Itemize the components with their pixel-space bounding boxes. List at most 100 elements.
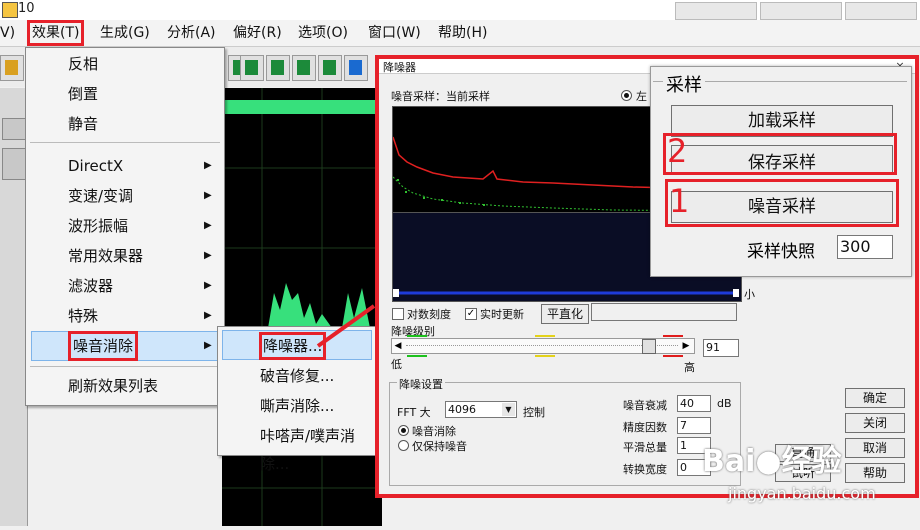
window-button[interactable] <box>845 2 917 20</box>
fft-size-select[interactable]: 4096 ▼ <box>445 401 517 418</box>
menu-item-reverse[interactable]: 倒置 <box>26 80 224 108</box>
toolbar-button[interactable] <box>266 55 290 81</box>
ok-button[interactable]: 确定 <box>845 388 905 408</box>
control-label: 控制 <box>523 406 545 419</box>
menu-item-directx[interactable]: DirectX ▶ <box>26 152 224 180</box>
watermark-url: jingyan.baidu.com <box>728 484 876 503</box>
toolbar-button[interactable] <box>344 55 368 81</box>
cancel-button[interactable]: 取消 <box>845 438 905 458</box>
menu-item-tempo-pitch[interactable]: 变速/变调 ▶ <box>26 182 224 210</box>
channel-left-label: 左 <box>636 90 647 103</box>
watermark-logo: Bai●经验 <box>702 436 842 480</box>
watermark-brand2: 经验 <box>781 444 842 479</box>
menu-item-filters[interactable]: 滤波器 ▶ <box>26 272 224 300</box>
reduce-by-label: 噪音衰减 <box>623 399 667 412</box>
chevron-down-icon[interactable]: ▼ <box>502 403 515 416</box>
waveform-overview <box>222 100 382 114</box>
sample-group-title: 采样 <box>663 71 705 97</box>
chevron-right-icon: ▶ <box>204 310 212 321</box>
slider-right-arrow[interactable]: ▶ <box>680 339 692 353</box>
menu-bar: V) 效果(T) 生成(G) 分析(A) 偏好(R) 选项(O) 窗口(W) 帮… <box>0 20 920 47</box>
chevron-right-icon: ▶ <box>204 190 212 201</box>
high-marker <box>663 355 683 357</box>
menu-item-invert[interactable]: 反相 <box>26 50 224 78</box>
keep-noise-radio[interactable] <box>398 440 409 451</box>
menu-preferences[interactable]: 偏好(R) <box>233 23 282 43</box>
sample-panel: 采样 加载采样 保存采样 2 噪音采样 1 采样快照 300 <box>650 66 912 277</box>
step-1-highlight <box>665 179 899 227</box>
window-button[interactable] <box>675 2 757 20</box>
menu-options[interactable]: 选项(O) <box>298 23 348 43</box>
file-panel <box>0 88 28 526</box>
menu-item-hiss-reduction[interactable]: 嘶声消除... <box>218 392 376 420</box>
menu-item-special[interactable]: 特殊 ▶ <box>26 302 224 330</box>
app-icon <box>2 2 18 18</box>
menu-item-refresh-effects[interactable]: 刷新效果列表 <box>26 372 224 400</box>
menu-item-click-pop-eliminator[interactable]: 咔嗒声/噗声消除... <box>218 422 376 473</box>
low-marker <box>407 335 427 337</box>
help-button[interactable]: 帮助 <box>845 463 905 483</box>
step-2-highlight <box>663 133 897 175</box>
menu-item-amplitude[interactable]: 波形振幅 ▶ <box>26 212 224 240</box>
reduce-by-field[interactable]: 40 <box>677 395 711 412</box>
slider-track <box>406 345 678 348</box>
menu-help[interactable]: 帮助(H) <box>438 23 487 43</box>
chevron-right-icon: ▶ <box>204 220 212 231</box>
info-field <box>591 303 737 321</box>
snapshot-field[interactable]: 300 <box>837 235 893 259</box>
chevron-right-icon: ▶ <box>204 340 212 351</box>
mid-marker <box>535 355 555 357</box>
menu-item-noise-reduction[interactable]: 噪音消除 ▶ <box>31 331 219 361</box>
menu-item-clip-restoration[interactable]: 破音修复... <box>218 362 376 390</box>
fft-size-label: FFT 大 <box>397 406 431 419</box>
slider-thumb[interactable] <box>642 339 656 354</box>
noise-level-slider[interactable]: ◀ ▶ <box>391 338 695 354</box>
menu-generate[interactable]: 生成(G) <box>100 23 150 43</box>
remove-noise-radio[interactable] <box>398 425 409 436</box>
flatten-button[interactable]: 平直化 <box>541 304 589 324</box>
realtime-checkbox[interactable]: ✓ <box>465 308 477 320</box>
paw-icon: ● <box>755 444 782 479</box>
toolbar-button[interactable] <box>0 55 24 81</box>
reduce-unit: dB <box>717 397 732 410</box>
small-label: 小 <box>744 288 755 301</box>
slider-left-arrow[interactable]: ◀ <box>392 339 404 353</box>
menu-view[interactable]: V) <box>0 23 15 43</box>
menu-analyze[interactable]: 分析(A) <box>167 23 216 43</box>
noise-sample-label: 噪音采样：当前采样 <box>391 90 490 103</box>
precision-field[interactable]: 7 <box>677 417 711 434</box>
transition-label: 转换宽度 <box>623 463 667 476</box>
app-title: 10 <box>18 1 35 16</box>
remove-noise-label: 噪音消除 <box>412 425 456 438</box>
smoothing-label: 平滑总量 <box>623 441 667 454</box>
snapshot-label: 采样快照 <box>747 242 815 262</box>
step-2-number: 2 <box>667 132 688 170</box>
menu-window[interactable]: 窗口(W) <box>368 23 421 43</box>
menu-item-noise-reducer[interactable]: 降噪器... <box>222 330 372 360</box>
high-marker <box>663 335 683 337</box>
toolbar-button[interactable] <box>292 55 316 81</box>
effects-menu: 反相 倒置 静音 DirectX ▶ 变速/变调 ▶ 波形振幅 ▶ 常用效果器 ▶ 滤波… <box>25 47 225 406</box>
toolbar-button[interactable] <box>318 55 342 81</box>
fft-size-value: 4096 <box>448 403 476 416</box>
log-scale-checkbox[interactable] <box>392 308 404 320</box>
log-scale-label: 对数刻度 <box>407 308 451 321</box>
panel-tab[interactable] <box>2 148 26 180</box>
step-1-number: 1 <box>669 182 690 220</box>
menu-effects[interactable]: 效果(T) <box>27 20 85 46</box>
toolbar-button[interactable] <box>240 55 264 81</box>
dialog-title: 降噪器 <box>383 61 416 74</box>
low-marker <box>407 355 427 357</box>
panel-tab[interactable] <box>2 118 26 140</box>
app-title-bar: 10 <box>0 0 920 20</box>
low-label: 低 <box>391 358 402 371</box>
precision-label: 精度因数 <box>623 421 667 434</box>
close-button[interactable]: 关闭 <box>845 413 905 433</box>
channel-left-radio[interactable] <box>621 90 632 101</box>
mid-marker <box>535 335 555 337</box>
menu-item-silence[interactable]: 静音 <box>26 110 224 138</box>
noise-level-field[interactable]: 91 <box>703 339 739 357</box>
window-button[interactable] <box>760 2 842 20</box>
menu-item-common-effects[interactable]: 常用效果器 ▶ <box>26 242 224 270</box>
watermark-brand: Bai <box>702 444 756 479</box>
